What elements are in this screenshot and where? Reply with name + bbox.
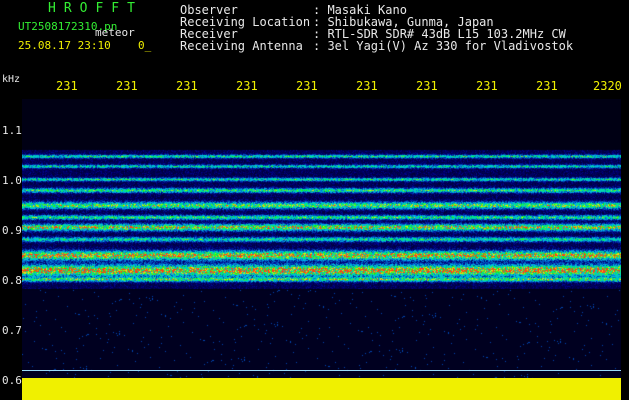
freq-tick: 1.0 <box>2 174 22 187</box>
antenna-label: Receiving Antenna <box>180 39 303 53</box>
freq-tick: 0.6 <box>2 374 22 387</box>
app-title: HROFFT <box>48 1 143 16</box>
time-tick: 231 <box>536 79 558 93</box>
time-tick: 231 <box>176 79 198 93</box>
time-tick: 231 <box>296 79 318 93</box>
spectrogram-canvas <box>22 99 621 380</box>
time-tick: 231 <box>116 79 138 93</box>
freq-tick: 0.8 <box>2 274 22 287</box>
time-tick: 231 <box>236 79 258 93</box>
freq-tick: 1.1 <box>2 124 22 137</box>
antenna-value: : 3el Yagi(V) Az 330 for Vladivostok <box>313 39 574 53</box>
meteor-tag: meteor <box>95 26 135 39</box>
khz-unit-label: kHz <box>2 74 21 85</box>
baseline-line <box>22 370 621 371</box>
freq-tick: 0.9 <box>2 224 22 237</box>
time-tick: 231 <box>356 79 378 93</box>
time-tick: 231 <box>416 79 438 93</box>
time-tick: 231 <box>476 79 498 93</box>
time-tick: 231 <box>56 79 78 93</box>
time-tick: 2320 <box>593 79 622 93</box>
spectrogram-plot <box>22 99 621 380</box>
freq-tick: 0.7 <box>2 324 22 337</box>
datetime-label: 25.08.17 23:10 <box>18 39 111 52</box>
signal-level-trace <box>22 378 621 400</box>
count-label: 0_ <box>138 39 152 52</box>
